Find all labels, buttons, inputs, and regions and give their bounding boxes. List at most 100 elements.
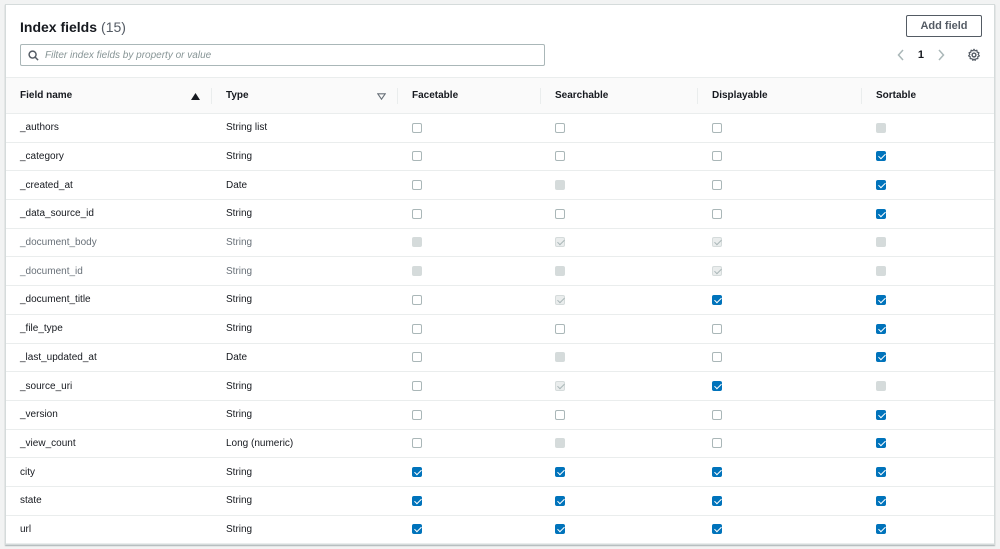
facetable-checkbox[interactable] <box>412 409 422 420</box>
sortable-checkbox[interactable] <box>876 151 886 162</box>
table-row[interactable]: state String <box>6 486 994 516</box>
sortable-checkbox <box>876 122 886 133</box>
sortable-cell <box>862 228 994 257</box>
searchable-checkbox[interactable] <box>555 323 565 334</box>
table-row[interactable]: url String <box>6 515 994 544</box>
field-type-cell: String <box>226 380 253 392</box>
sortable-checkbox[interactable] <box>876 409 886 420</box>
sortable-checkbox[interactable] <box>876 352 886 363</box>
table-row[interactable]: _authors String list <box>6 114 994 143</box>
sortable-checkbox[interactable] <box>876 438 886 449</box>
searchable-checkbox <box>555 180 565 191</box>
facetable-checkbox <box>412 237 422 248</box>
facetable-checkbox[interactable] <box>412 151 422 162</box>
column-header-facetable[interactable]: Facetable <box>398 78 541 114</box>
displayable-checkbox[interactable] <box>712 151 722 162</box>
table-row[interactable]: _source_uri String <box>6 372 994 401</box>
displayable-cell <box>698 458 862 487</box>
field-type-cell: String <box>226 466 253 478</box>
searchable-checkbox[interactable] <box>555 524 565 535</box>
sortable-checkbox[interactable] <box>876 524 886 535</box>
facetable-cell <box>398 515 541 544</box>
facetable-checkbox[interactable] <box>412 466 422 477</box>
sortable-cell <box>862 314 994 343</box>
sort-ascending-icon[interactable] <box>190 91 200 101</box>
facetable-checkbox[interactable] <box>412 122 422 133</box>
sortable-checkbox[interactable] <box>876 180 886 191</box>
displayable-checkbox[interactable] <box>712 294 722 305</box>
table-row[interactable]: city String <box>6 458 994 487</box>
displayable-checkbox[interactable] <box>712 323 722 334</box>
filter-triangle-icon[interactable] <box>376 91 386 101</box>
column-header-field-name[interactable]: Field name <box>6 78 212 114</box>
facetable-checkbox[interactable] <box>412 208 422 219</box>
facetable-checkbox[interactable] <box>412 438 422 449</box>
displayable-checkbox[interactable] <box>712 495 722 506</box>
table-row[interactable]: _last_updated_at Date <box>6 343 994 372</box>
searchable-checkbox <box>555 237 565 248</box>
column-header-searchable[interactable]: Searchable <box>541 78 698 114</box>
table-row[interactable]: _document_title String <box>6 286 994 315</box>
table-row[interactable]: _created_at Date <box>6 171 994 200</box>
facetable-checkbox[interactable] <box>412 323 422 334</box>
column-header-displayable[interactable]: Displayable <box>698 78 862 114</box>
column-header-type[interactable]: Type <box>212 78 398 114</box>
displayable-cell <box>698 286 862 315</box>
facetable-cell <box>398 200 541 229</box>
displayable-checkbox[interactable] <box>712 466 722 477</box>
searchable-checkbox[interactable] <box>555 151 565 162</box>
displayable-checkbox[interactable] <box>712 380 722 391</box>
sortable-cell <box>862 515 994 544</box>
sortable-checkbox <box>876 266 886 277</box>
table-row[interactable]: _file_type String <box>6 314 994 343</box>
table-row[interactable]: _document_id String <box>6 257 994 286</box>
chevron-right-icon[interactable] <box>934 47 948 63</box>
field-type-cell: String <box>226 409 253 421</box>
field-name-cell: _document_title <box>20 294 91 306</box>
field-type-cell: String <box>226 294 253 306</box>
searchable-checkbox[interactable] <box>555 466 565 477</box>
add-field-button[interactable]: Add field <box>906 15 982 37</box>
facetable-checkbox[interactable] <box>412 380 422 391</box>
displayable-cell <box>698 142 862 171</box>
field-name-cell: _source_uri <box>20 380 73 392</box>
chevron-left-icon[interactable] <box>894 47 908 63</box>
table-row[interactable]: _version String <box>6 400 994 430</box>
searchable-checkbox[interactable] <box>555 122 565 133</box>
facetable-checkbox[interactable] <box>412 524 422 535</box>
gear-icon[interactable] <box>966 47 982 63</box>
searchable-checkbox[interactable] <box>555 208 565 219</box>
displayable-checkbox[interactable] <box>712 409 722 420</box>
displayable-checkbox[interactable] <box>712 438 722 449</box>
table-row[interactable]: _document_body String <box>6 228 994 257</box>
displayable-checkbox[interactable] <box>712 122 722 133</box>
sortable-checkbox[interactable] <box>876 294 886 305</box>
displayable-checkbox[interactable] <box>712 208 722 219</box>
sortable-checkbox[interactable] <box>876 466 886 477</box>
facetable-checkbox[interactable] <box>412 294 422 305</box>
displayable-checkbox[interactable] <box>712 180 722 191</box>
field-name-cell: _authors <box>20 122 59 134</box>
searchable-cell <box>541 458 698 487</box>
table-row[interactable]: _data_source_id String <box>6 200 994 229</box>
facetable-cell <box>398 486 541 515</box>
sortable-checkbox[interactable] <box>876 323 886 334</box>
sortable-checkbox[interactable] <box>876 208 886 219</box>
facetable-checkbox[interactable] <box>412 180 422 191</box>
sortable-cell <box>862 257 994 286</box>
search-input[interactable] <box>45 49 544 61</box>
table-row[interactable]: _view_count Long (numeric) <box>6 429 994 458</box>
sortable-checkbox[interactable] <box>876 495 886 506</box>
column-header-sortable[interactable]: Sortable <box>862 78 994 114</box>
current-page[interactable]: 1 <box>914 49 928 61</box>
displayable-checkbox[interactable] <box>712 524 722 535</box>
sortable-cell <box>862 171 994 200</box>
facetable-checkbox[interactable] <box>412 352 422 363</box>
displayable-checkbox[interactable] <box>712 352 722 363</box>
searchable-checkbox[interactable] <box>555 409 565 420</box>
column-label: Type <box>226 90 249 101</box>
search-box[interactable] <box>20 44 545 66</box>
facetable-checkbox[interactable] <box>412 495 422 506</box>
searchable-checkbox[interactable] <box>555 495 565 506</box>
table-row[interactable]: _category String <box>6 142 994 171</box>
